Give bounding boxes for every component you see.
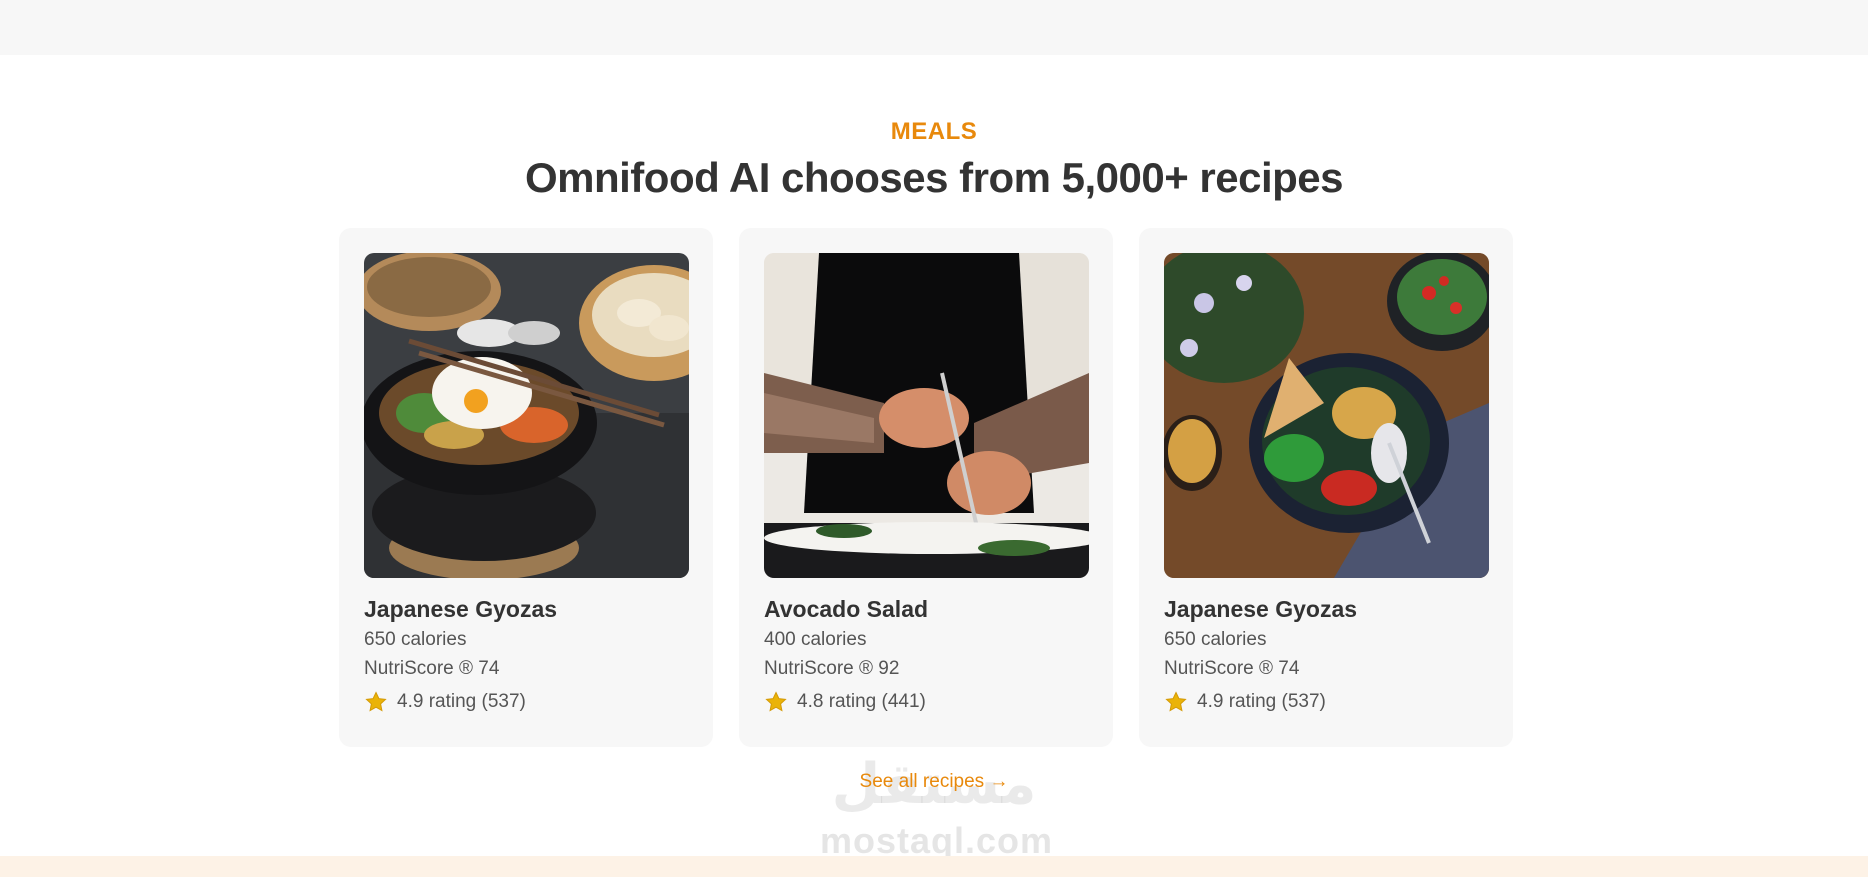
meal-title: Japanese Gyozas (364, 596, 558, 622)
meal-photo-gyozas (364, 253, 689, 578)
star-icon (764, 690, 788, 714)
star-icon (1164, 690, 1188, 714)
meal-calories: 650 calories (364, 629, 467, 650)
section-eyebrow: MEALS (890, 118, 978, 145)
meal-calories: 650 calories (1164, 629, 1267, 650)
top-band (0, 0, 1868, 55)
meal-rating-text: 4.8 rating (441) (797, 691, 926, 712)
meal-card-japanese-gyozas[interactable]: Japanese Gyozas 650 calories NutriScore … (339, 228, 713, 747)
meal-rating: 4.8 rating (441) (764, 689, 926, 715)
meal-nutriscore: NutriScore ® 74 (1164, 658, 1300, 679)
meal-calories: 400 calories (764, 629, 867, 650)
see-all-recipes-label[interactable]: See all recipes → (860, 771, 1009, 792)
meal-nutriscore: NutriScore ® 92 (764, 658, 900, 679)
watermark-logo: مستقل mostaql.com (820, 752, 1052, 861)
meal-rating: 4.9 rating (537) (1164, 689, 1326, 715)
bottom-band (0, 856, 1868, 877)
meal-title: Japanese Gyozas (1164, 596, 1358, 622)
meal-rating-text: 4.9 rating (537) (1197, 691, 1326, 712)
meal-rating-text: 4.9 rating (537) (397, 691, 526, 712)
star-icon (364, 690, 388, 714)
meal-rating: 4.9 rating (537) (364, 689, 526, 715)
meal-photo-avocado-salad (764, 253, 1089, 578)
see-all-recipes-link[interactable]: See all recipes → (0, 771, 1868, 793)
meal-title: Avocado Salad (764, 596, 929, 622)
meal-photo-salad-bowl (1164, 253, 1489, 578)
meal-nutriscore: NutriScore ® 74 (364, 658, 500, 679)
meal-card-avocado-salad[interactable]: Avocado Salad 400 calories NutriScore ® … (739, 228, 1113, 747)
section-heading: Omnifood AI chooses from 5,000+ recipes (524, 154, 1344, 201)
meal-card-japanese-gyozas-2[interactable]: Japanese Gyozas 650 calories NutriScore … (1139, 228, 1513, 747)
